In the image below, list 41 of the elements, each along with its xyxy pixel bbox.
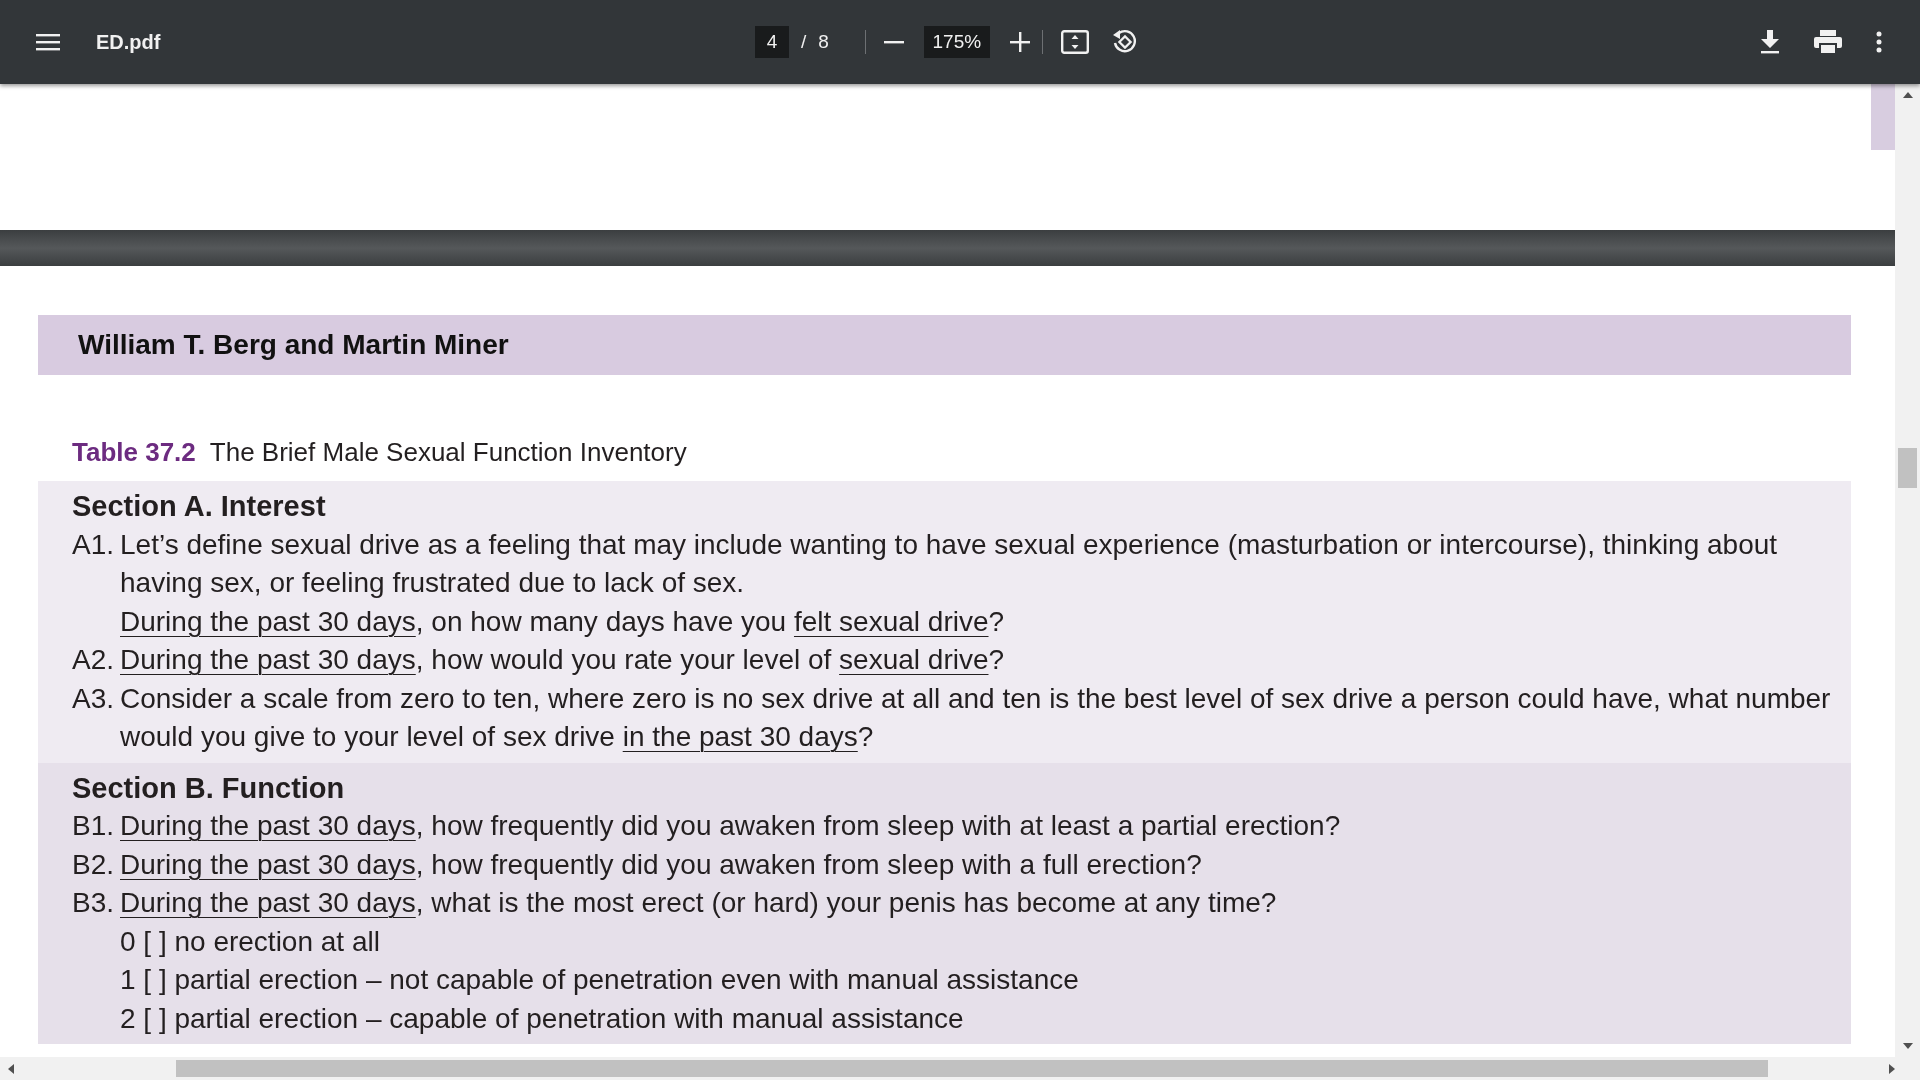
- zoom-in-icon[interactable]: [1009, 32, 1030, 52]
- table-label: Table 37.2: [72, 437, 196, 468]
- print-icon[interactable]: [1814, 30, 1842, 54]
- question-number: A3.: [72, 681, 112, 716]
- page-number-field[interactable]: 4: [755, 26, 789, 58]
- page-color-strip: [1871, 84, 1895, 150]
- menu-icon[interactable]: [36, 32, 60, 52]
- question-number: A1.: [72, 527, 112, 562]
- question-number: B3.: [72, 886, 112, 920]
- answer-option: 1 [ ] partial erection – not capable of penetration even with manual assistance: [120, 961, 1841, 1000]
- question-number: A2.: [72, 643, 112, 677]
- fit-page-icon[interactable]: [1060, 30, 1089, 54]
- document-title: ED.pdf: [96, 30, 161, 54]
- scroll-up-icon[interactable]: [1902, 92, 1913, 98]
- question-number: B2.: [72, 847, 112, 882]
- more-options-icon[interactable]: [1876, 31, 1882, 53]
- page-count: 8: [818, 31, 829, 53]
- question-text: Let’s define sexual drive as a feeling that may include wanting to have sexual experience (masturbation or intercourse), thinking about having sex, or feeling frustrated due to lack of sex.: [120, 527, 1779, 600]
- page-separator: /: [801, 31, 807, 53]
- scroll-thumb[interactable]: [176, 1060, 1768, 1077]
- question-text: During the past 30 days, how frequently did you awaken from sleep with a full erection?: [120, 847, 1203, 882]
- section-heading: Section A. Interest: [72, 489, 327, 524]
- section-heading: Section B. Function: [72, 770, 346, 806]
- scroll-thumb[interactable]: [1898, 448, 1917, 488]
- running-header: William T. Berg and Martin Miner: [38, 315, 1851, 375]
- zoom-field[interactable]: 175%: [923, 26, 990, 58]
- question-text: During the past 30 days, how frequently did you awaken from sleep with at least a partial erection?: [120, 809, 1342, 843]
- question-number: B1.: [72, 809, 112, 843]
- question-text: During the past 30 days, what is the most erect (or hard) your penis has become at any time?: [120, 886, 1278, 920]
- answer-option: 0 [ ] no erection at all: [120, 922, 1841, 961]
- download-icon[interactable]: [1760, 30, 1780, 54]
- answer-option: 2 [ ] partial erection – capable of penetration with manual assistance: [120, 999, 1841, 1038]
- question-text: During the past 30 days, on how many days have you felt sexual drive?: [120, 604, 1006, 639]
- table-title: The Brief Male Sexual Function Inventory: [209, 437, 687, 468]
- scroll-left-icon[interactable]: [8, 1063, 14, 1074]
- horizontal-scrollbar[interactable]: [0, 1057, 1920, 1080]
- question-text: Consider a scale from zero to ten, where zero is no sex drive at all and ten is the best level of sex drive a person could have, what number would you give to your level of sex drive in the past 30 days?: [120, 681, 1832, 754]
- vertical-scrollbar[interactable]: [1895, 84, 1920, 1057]
- scroll-down-icon[interactable]: [1902, 1043, 1913, 1049]
- scroll-right-icon[interactable]: [1889, 1063, 1895, 1074]
- question-text: During the past 30 days, how would you rate your level of sexual drive?: [120, 643, 1006, 677]
